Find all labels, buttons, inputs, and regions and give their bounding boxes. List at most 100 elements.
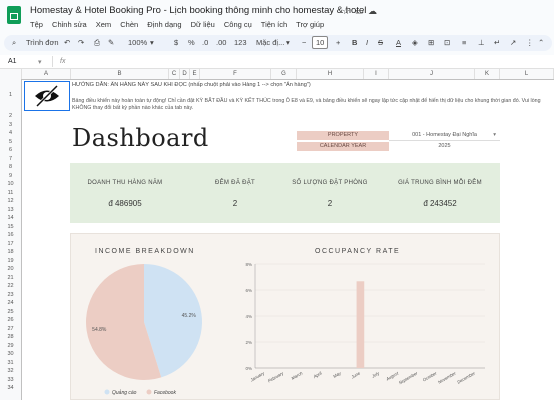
currency-button[interactable]: $ [174,38,178,47]
menu-file[interactable]: Tệp [30,20,43,29]
row-header[interactable]: 14 [0,214,21,223]
merge-cells-icon[interactable]: ⊡ [444,38,450,47]
row-header[interactable]: 22 [0,282,21,291]
more-icon[interactable]: ⋮ [526,38,534,47]
row-header[interactable]: 3 [0,121,21,130]
collapse-toolbar-icon[interactable]: ⌃ [538,38,544,47]
row-header[interactable]: 9 [0,172,21,181]
row-header[interactable]: 8 [0,163,21,172]
redo-icon[interactable]: ↷ [78,38,84,47]
row-header[interactable]: 31 [0,359,21,368]
chevron-down-icon[interactable]: ▾ [286,38,290,47]
increase-decimal-button[interactable]: .00 [216,38,226,47]
menu-format[interactable]: Định dạng [147,20,181,29]
row-header[interactable]: 20 [0,265,21,274]
chevron-down-icon[interactable]: ▾ [38,58,42,66]
row-header[interactable]: 15 [0,223,21,232]
row-header[interactable]: 27 [0,325,21,334]
column-header[interactable]: D [180,69,190,79]
menu-view[interactable]: Xem [96,20,111,29]
column-header[interactable]: L [500,69,554,79]
chevron-down-icon[interactable]: ▾ [493,131,496,140]
property-dropdown[interactable]: 001 - Homestay Đại Nghĩa ▾ [389,131,500,141]
row-header[interactable]: 13 [0,206,21,215]
row-header[interactable]: 26 [0,316,21,325]
paint-format-icon[interactable]: ✎ [108,38,114,47]
column-header[interactable]: E [190,69,200,79]
column-header[interactable]: A [22,69,71,79]
cloud-status-icon[interactable]: ☁ [368,6,377,17]
row-header[interactable]: 19 [0,257,21,266]
column-header[interactable]: G [271,69,297,79]
row-header[interactable]: 23 [0,291,21,300]
star-icon[interactable]: ☆ [342,6,350,17]
font-size-decrease-button[interactable]: − [302,38,306,47]
row-header[interactable]: 34 [0,384,21,393]
vertical-align-icon[interactable]: ⊥ [478,38,485,47]
row-header[interactable]: 33 [0,376,21,385]
row-header[interactable]: 11 [0,189,21,198]
column-header[interactable]: H [297,69,364,79]
chevron-down-icon[interactable]: ▾ [150,38,154,47]
column-header[interactable]: K [475,69,500,79]
number-format-button[interactable]: 123 [234,38,247,47]
row-header[interactable]: 32 [0,367,21,376]
text-wrap-icon[interactable]: ↵ [494,38,500,47]
font-size-increase-button[interactable]: + [336,38,340,47]
row-header[interactable]: 16 [0,231,21,240]
print-icon[interactable]: ⎙ [94,38,100,48]
row-header[interactable]: 12 [0,197,21,206]
percent-button[interactable]: % [188,38,195,47]
undo-icon[interactable]: ↶ [64,38,70,47]
row-header[interactable]: 21 [0,274,21,283]
occupancy-bar-chart[interactable]: 0% 2% 4% 6% 8% January February March April May Ju… [231,258,496,398]
menu-insert[interactable]: Chèn [120,20,138,29]
row-header[interactable]: 29 [0,342,21,351]
row-header[interactable]: 10 [0,180,21,189]
row-header[interactable]: 30 [0,350,21,359]
document-title[interactable]: Homestay & Hotel Booking Pro - Lịch book… [30,5,366,16]
column-header[interactable]: J [389,69,475,79]
strikethrough-icon[interactable]: S [378,38,383,47]
row-header[interactable]: 2 [0,112,21,121]
menu-edit[interactable]: Chỉnh sửa [52,20,87,29]
column-header[interactable]: F [200,69,271,79]
zoom-select[interactable]: 100% [128,38,147,47]
bold-icon[interactable]: B [352,38,357,47]
row-header[interactable]: 18 [0,248,21,257]
column-header[interactable]: C [169,69,180,79]
income-pie-chart[interactable]: 45.2% 54.8% Quảng cáo Facebook [79,258,209,398]
cell-a1-selected[interactable] [24,81,70,111]
row-header[interactable]: 7 [0,155,21,164]
row-header[interactable]: 25 [0,308,21,317]
select-all-corner[interactable] [0,69,22,79]
row-header[interactable]: 5 [0,138,21,147]
menu-tools[interactable]: Công cụ [224,20,252,29]
row-header[interactable]: 17 [0,240,21,249]
borders-icon[interactable]: ⊞ [428,38,434,47]
font-size-input[interactable]: 10 [312,36,329,49]
menu-extensions[interactable]: Tiện ích [261,20,287,29]
calendar-year-value[interactable]: 2025 [389,142,500,151]
column-header[interactable]: I [364,69,389,79]
menu-help[interactable]: Trợ giúp [296,20,324,29]
move-folder-icon[interactable]: ▭ [355,6,364,17]
decrease-decimal-button[interactable]: .0 [202,38,208,47]
menu-data[interactable]: Dữ liệu [191,20,215,29]
menu-search-input[interactable]: Trình đơn [26,38,59,47]
italic-icon[interactable]: I [366,38,368,47]
row-header[interactable]: 4 [0,129,21,138]
text-rotation-icon[interactable]: ↗ [510,38,516,47]
row-header[interactable]: 1 [0,79,21,112]
horizontal-align-icon[interactable]: ≡ [462,38,466,47]
fill-color-icon[interactable]: ◈ [412,38,418,47]
sheets-logo-icon[interactable] [7,6,21,24]
formula-input[interactable] [76,55,554,68]
row-header[interactable]: 28 [0,333,21,342]
row-header[interactable]: 24 [0,299,21,308]
row-header[interactable]: 6 [0,146,21,155]
text-color-icon[interactable]: A [396,38,401,47]
name-box[interactable]: A1 [8,58,17,65]
font-select[interactable]: Mặc đị... [256,38,284,47]
search-icon[interactable]: ⌕ [12,38,16,48]
